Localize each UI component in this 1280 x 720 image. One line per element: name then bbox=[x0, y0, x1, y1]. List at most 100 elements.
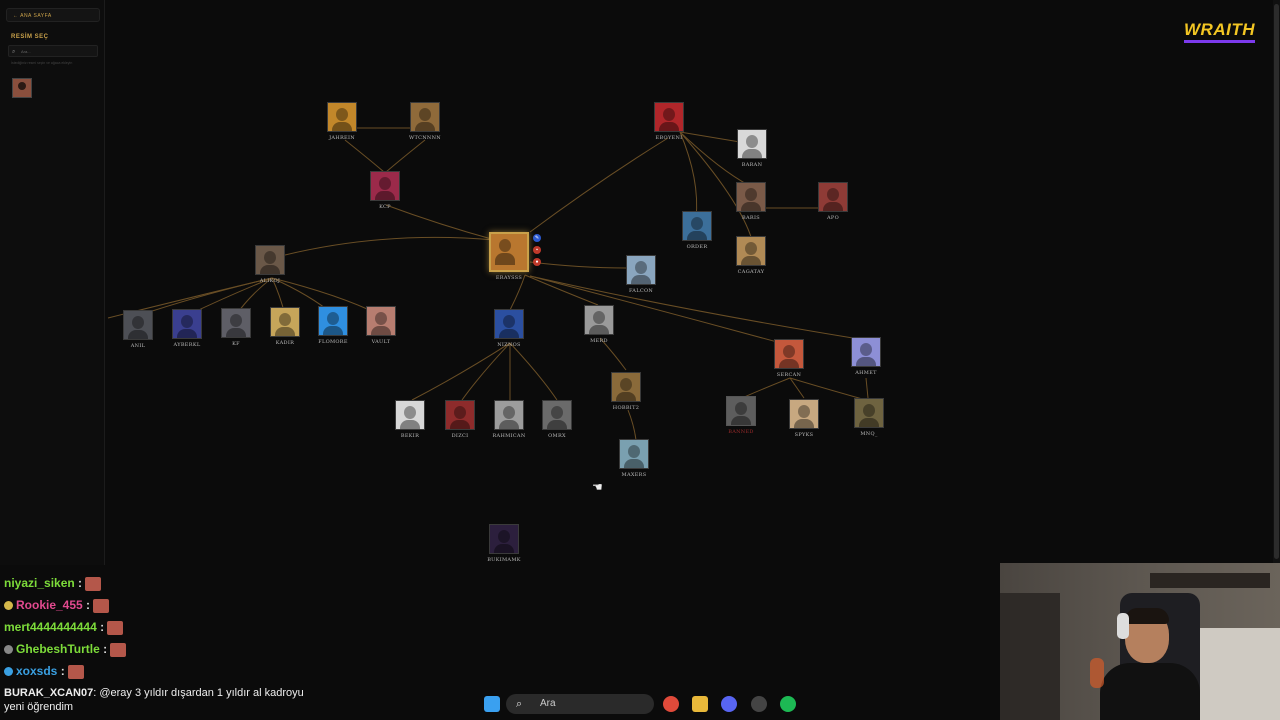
node-label: AYBERKL bbox=[173, 342, 201, 348]
node-label: KF bbox=[232, 341, 240, 347]
tree-node[interactable]: FLOMORE bbox=[313, 306, 353, 345]
tree-node[interactable]: SERCAN bbox=[769, 339, 809, 378]
scrollbar[interactable] bbox=[1273, 0, 1280, 565]
tree-node[interactable]: ERAYSSS bbox=[484, 232, 534, 281]
node-avatar bbox=[494, 400, 524, 430]
hand-cursor-icon: ☚ bbox=[592, 480, 603, 494]
tree-node[interactable]: EBOYENI bbox=[649, 102, 689, 141]
tree-node[interactable]: ANIL bbox=[118, 310, 158, 349]
node-label: BANNED bbox=[728, 429, 754, 435]
tree-node[interactable]: NIZNOS bbox=[489, 309, 529, 348]
node-label: JAHREIN bbox=[329, 135, 355, 141]
chat-row: xoxsds : bbox=[4, 664, 84, 684]
webcam-overlay bbox=[1000, 563, 1280, 720]
tree-node[interactable]: RAHMICAN bbox=[489, 400, 529, 439]
taskbar-search[interactable]: ⌕ Ara bbox=[506, 694, 654, 714]
remove-icon[interactable]: ● bbox=[533, 258, 541, 266]
tree-node[interactable]: KF bbox=[216, 308, 256, 347]
tree-node[interactable]: BANNED bbox=[721, 396, 761, 435]
node-avatar bbox=[489, 232, 529, 272]
search-icon: ⌕ bbox=[516, 698, 523, 710]
tree-node[interactable]: BUKIMAMK bbox=[484, 524, 524, 563]
chat-message-user: BURAK_XCAN07 bbox=[4, 687, 94, 699]
tree-node[interactable]: JAHREIN bbox=[322, 102, 362, 141]
node-avatar bbox=[494, 309, 524, 339]
tree-node[interactable]: AHMET bbox=[846, 337, 886, 376]
delete-icon[interactable]: ▪ bbox=[533, 246, 541, 254]
node-avatar bbox=[818, 182, 848, 212]
tree-node[interactable]: KADIR bbox=[265, 307, 305, 346]
node-label: KCP bbox=[379, 204, 391, 210]
node-label: FALCON bbox=[628, 288, 654, 294]
node-avatar bbox=[370, 171, 400, 201]
node-avatar bbox=[221, 308, 251, 338]
tree-node[interactable]: BARAN bbox=[732, 129, 772, 168]
windows-start-icon[interactable] bbox=[484, 696, 500, 712]
chat-message: BURAK_XCAN07: @eray 3 yıldır dışardan 1 … bbox=[4, 686, 304, 714]
node-label: BARIS bbox=[742, 215, 760, 221]
node-label: SPYKS bbox=[794, 432, 814, 438]
node-avatar bbox=[851, 337, 881, 367]
node-label: OMRX bbox=[548, 433, 566, 439]
node-label: SERCAN bbox=[776, 372, 802, 378]
image-search-placeholder: Ara... bbox=[21, 49, 31, 54]
scrollbar-thumb[interactable] bbox=[1274, 4, 1279, 559]
node-avatar bbox=[318, 306, 348, 336]
tree-node[interactable]: FALCON bbox=[621, 255, 661, 294]
tree-node[interactable]: VAULT bbox=[361, 306, 401, 345]
node-label: FLOMORE bbox=[318, 339, 348, 345]
node-avatar bbox=[611, 372, 641, 402]
node-label: WTCNNNN bbox=[409, 135, 441, 141]
back-home-button[interactable]: ← ANA SAYFA bbox=[6, 8, 100, 22]
chat-badge-icon bbox=[4, 601, 13, 611]
node-label: CAGATAY bbox=[737, 269, 765, 275]
node-label: BARAN bbox=[741, 162, 763, 168]
tree-node[interactable]: AYBERKL bbox=[167, 309, 207, 348]
tree-node[interactable]: CAGATAY bbox=[731, 236, 771, 275]
node-avatar bbox=[736, 182, 766, 212]
node-avatar bbox=[270, 307, 300, 337]
tree-node[interactable]: KCP bbox=[365, 171, 405, 210]
tree-node[interactable]: ALIKOJ bbox=[250, 245, 290, 284]
image-search-input[interactable]: ⌕ Ara... bbox=[8, 45, 98, 57]
node-label: AHMET bbox=[855, 370, 877, 376]
node-avatar bbox=[682, 211, 712, 241]
steam-icon[interactable] bbox=[751, 696, 767, 712]
spotify-icon[interactable] bbox=[780, 696, 796, 712]
link-icon[interactable]: ✎ bbox=[533, 234, 541, 242]
node-label: KADIR bbox=[275, 340, 295, 346]
tree-node[interactable]: DIZCI bbox=[440, 400, 480, 439]
emote-icon bbox=[93, 598, 110, 613]
node-actions: ✎ ▪ ● bbox=[533, 234, 543, 270]
tree-node[interactable]: SPYKS bbox=[784, 399, 824, 438]
tree-node[interactable]: WTCNNNN bbox=[405, 102, 445, 141]
node-avatar bbox=[445, 400, 475, 430]
node-avatar bbox=[172, 309, 202, 339]
chat-row: mert4444444444 : bbox=[4, 620, 124, 640]
node-label: ALIKOJ bbox=[259, 278, 281, 284]
node-label: ORDER bbox=[686, 244, 708, 250]
tree-node[interactable]: APO bbox=[813, 182, 853, 221]
folder-icon[interactable] bbox=[692, 696, 708, 712]
node-avatar bbox=[327, 102, 357, 132]
node-label: ERAYSSS bbox=[495, 275, 523, 281]
chat-username: niyazi_siken bbox=[4, 576, 75, 590]
tree-node[interactable]: MAXERS bbox=[614, 439, 654, 478]
tree-node[interactable]: ORDER bbox=[677, 211, 717, 250]
node-avatar bbox=[774, 339, 804, 369]
tree-node[interactable]: OMRX bbox=[537, 400, 577, 439]
node-label: NIZNOS bbox=[497, 342, 521, 348]
tree-node[interactable]: BARIS bbox=[731, 182, 771, 221]
chrome-icon[interactable] bbox=[663, 696, 679, 712]
discord-icon[interactable] bbox=[721, 696, 737, 712]
node-avatar bbox=[542, 400, 572, 430]
tree-node[interactable]: MNQ_ bbox=[849, 398, 889, 437]
node-label: MERD bbox=[590, 338, 608, 344]
chat-row: GhebeshTurtle : bbox=[4, 642, 127, 662]
node-avatar bbox=[123, 310, 153, 340]
node-avatar bbox=[410, 102, 440, 132]
tree-node[interactable]: BEKIR bbox=[390, 400, 430, 439]
tree-node[interactable]: MERD bbox=[579, 305, 619, 344]
tree-node[interactable]: HOBBIT2 bbox=[606, 372, 646, 411]
image-thumbnail[interactable] bbox=[12, 78, 32, 98]
